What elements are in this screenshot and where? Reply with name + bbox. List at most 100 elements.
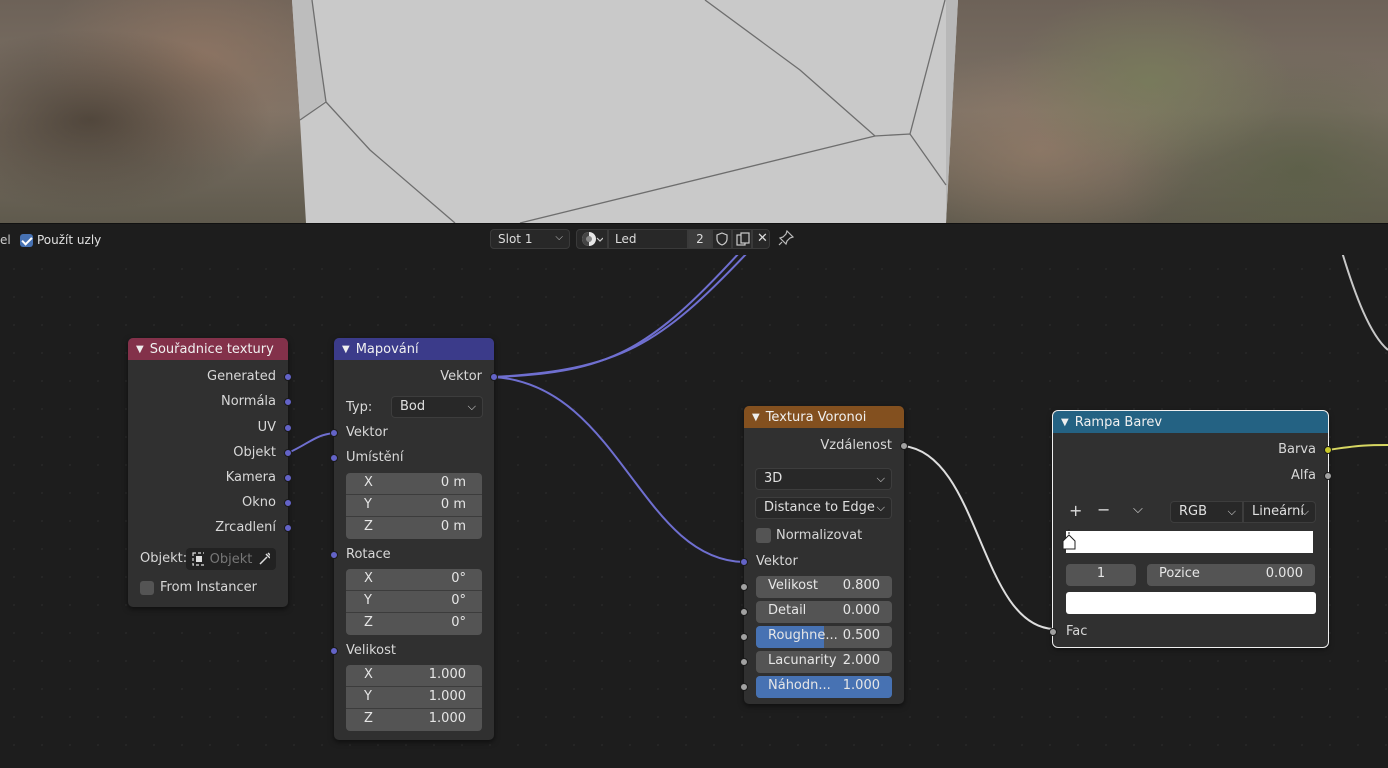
socket-roughness[interactable] — [740, 633, 748, 641]
chevron-down-icon[interactable]: ▼ — [752, 412, 760, 423]
header-truncated-label: el — [0, 233, 11, 247]
material-browse-button[interactable] — [576, 229, 608, 249]
socket-reflection[interactable] — [284, 524, 292, 532]
normalize-toggle[interactable]: Normalizovat — [756, 528, 862, 543]
mapping-type-dropdown[interactable]: Bod ⌵ — [391, 396, 483, 418]
socket-vector-in[interactable] — [330, 429, 338, 437]
chevron-down-icon: ⌵ — [876, 472, 885, 485]
param-roughness[interactable]: Roughne... 0.500 — [756, 626, 892, 648]
socket-window[interactable] — [284, 499, 292, 507]
normalize-label: Normalizovat — [776, 528, 863, 543]
material-name-field[interactable]: Led — [608, 229, 688, 249]
scale-y[interactable]: Y 1.000 — [346, 687, 482, 709]
texture-coordinate-node[interactable]: ▼ Souřadnice textury Generated Normála U… — [128, 338, 292, 607]
socket-generated[interactable] — [284, 373, 292, 381]
location-fields[interactable]: X 0 m Y 0 m Z 0 m — [346, 473, 482, 539]
stop-position-field[interactable]: Pozice 0.000 — [1147, 564, 1315, 586]
location-x[interactable]: X 0 m — [346, 473, 482, 495]
socket-alpha-out[interactable] — [1324, 472, 1332, 480]
location-z[interactable]: Z 0 m — [346, 517, 482, 539]
axis-label: Y — [364, 689, 372, 704]
unlink-material-button[interactable]: ✕ — [752, 229, 770, 249]
axis-label: Z — [364, 711, 373, 726]
socket-color-out[interactable] — [1324, 446, 1332, 454]
node-editor-canvas[interactable]: ▼ Souřadnice textury Generated Normála U… — [0, 255, 1388, 768]
socket-object[interactable] — [284, 449, 292, 457]
rotation-fields[interactable]: X 0° Y 0° Z 0° — [346, 569, 482, 635]
chevron-down-icon[interactable]: ⌵ — [1133, 502, 1143, 517]
rotation-y[interactable]: Y 0° — [346, 591, 482, 613]
output-normal: Normála — [220, 394, 276, 409]
color-ramp-gradient[interactable] — [1066, 531, 1313, 553]
param-label: Lacunarity — [768, 653, 837, 668]
node-header[interactable]: ▼ Souřadnice textury — [128, 338, 288, 360]
rotation-z[interactable]: Z 0° — [346, 613, 482, 635]
ramp-stop-marker[interactable] — [1062, 529, 1076, 551]
checkbox-icon[interactable] — [20, 233, 33, 247]
color-ramp-node[interactable]: ▼ Rampa Barev Barva Alfa + − ⌵ RGB ⌵ Lin… — [1049, 410, 1332, 648]
fake-user-button[interactable] — [712, 229, 732, 249]
close-icon: ✕ — [757, 231, 768, 246]
param-detail[interactable]: Detail 0.000 — [756, 601, 892, 623]
socket-scale[interactable] — [330, 647, 338, 655]
node-header[interactable]: ▼ Textura Voronoi — [744, 406, 904, 428]
chevron-down-icon[interactable]: ▼ — [342, 344, 350, 355]
feature-dropdown[interactable]: Distance to Edge ⌵ — [755, 497, 892, 519]
rotation-x[interactable]: X 0° — [346, 569, 482, 591]
chevron-down-icon[interactable]: ▼ — [1061, 417, 1069, 428]
color-mode-dropdown[interactable]: RGB ⌵ — [1170, 501, 1243, 523]
socket-lacunarity[interactable] — [740, 658, 748, 666]
socket-location[interactable] — [330, 454, 338, 462]
link-top-right — [1341, 255, 1388, 351]
param-scale[interactable]: Velikost 0.800 — [756, 576, 892, 598]
socket-detail[interactable] — [740, 608, 748, 616]
3d-viewport[interactable] — [0, 0, 1388, 223]
scale-z[interactable]: Z 1.000 — [346, 709, 482, 731]
socket-vector-in[interactable] — [740, 558, 748, 566]
socket-vector-out[interactable] — [490, 373, 498, 381]
stop-color-swatch[interactable] — [1066, 592, 1316, 614]
object-field[interactable]: Objekt — [186, 548, 276, 570]
socket-fac-in[interactable] — [1049, 628, 1057, 636]
socket-normal[interactable] — [284, 398, 292, 406]
interpolation-dropdown[interactable]: Lineární ⌵ — [1243, 501, 1316, 523]
stop-index-value: 1 — [1096, 566, 1106, 581]
material-selector[interactable]: Led 2 ✕ — [576, 229, 770, 249]
param-label: Detail — [768, 603, 807, 618]
new-material-button[interactable] — [732, 229, 752, 249]
axis-label: Y — [364, 593, 372, 608]
socket-uv[interactable] — [284, 424, 292, 432]
minus-icon[interactable]: − — [1097, 500, 1110, 519]
scale-x[interactable]: X 1.000 — [346, 665, 482, 687]
use-nodes-toggle[interactable]: Použít uzly — [20, 233, 101, 247]
location-y[interactable]: Y 0 m — [346, 495, 482, 517]
voronoi-texture-node[interactable]: ▼ Textura Voronoi Vzdálenost 3D ⌵ Distan… — [740, 406, 908, 704]
socket-scale[interactable] — [740, 583, 748, 591]
node-header[interactable]: ▼ Mapování — [334, 338, 494, 360]
socket-randomness[interactable] — [740, 683, 748, 691]
chevron-down-icon: ⌵ — [1227, 505, 1236, 518]
socket-camera[interactable] — [284, 474, 292, 482]
rotation-z-value: 0° — [451, 615, 466, 630]
from-instancer-toggle[interactable]: From Instancer — [140, 580, 257, 595]
socket-distance-out[interactable] — [900, 442, 908, 450]
material-user-count[interactable]: 2 — [688, 229, 712, 249]
pin-button[interactable] — [778, 229, 795, 250]
param-randomness[interactable]: Náhodn... 1.000 — [756, 676, 892, 698]
rotation-label: Rotace — [346, 547, 391, 562]
chevron-down-icon[interactable]: ▼ — [136, 344, 144, 355]
slot-dropdown[interactable]: Slot 1 ⌵ — [490, 229, 570, 249]
scale-fields[interactable]: X 1.000 Y 1.000 Z 1.000 — [346, 665, 482, 731]
eyedropper-icon[interactable] — [258, 552, 270, 566]
node-header[interactable]: ▼ Rampa Barev — [1053, 411, 1328, 433]
stop-index-field[interactable]: 1 — [1066, 564, 1136, 586]
socket-rotation[interactable] — [330, 551, 338, 559]
plus-icon[interactable]: + — [1069, 501, 1082, 520]
param-lacunarity[interactable]: Lacunarity 2.000 — [756, 651, 892, 673]
link-voronoi-to-ramp — [903, 445, 1054, 630]
mapping-node[interactable]: ▼ Mapování Vektor Typ: Bod ⌵ Vektor Umís… — [330, 338, 498, 740]
checkbox-icon[interactable] — [140, 580, 154, 595]
checkbox-icon[interactable] — [756, 528, 771, 543]
param-value: 1.000 — [842, 678, 880, 693]
dimension-dropdown[interactable]: 3D ⌵ — [755, 468, 892, 490]
